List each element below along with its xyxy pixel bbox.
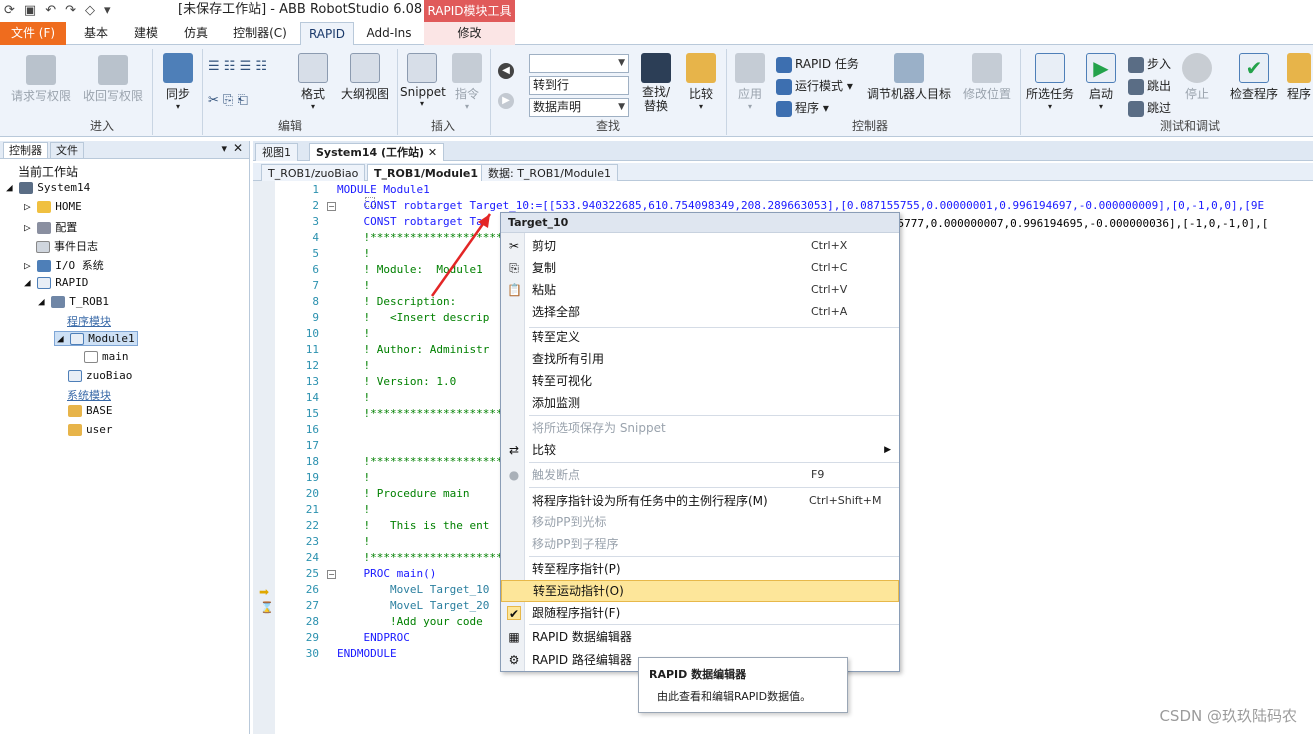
rapid-path-editor-icon: ⚙ (508, 653, 520, 667)
shortcut-label: Ctrl+V (811, 283, 848, 296)
menu-separator (529, 462, 899, 463)
menu-item-label: 复制 (532, 261, 557, 275)
submenu-arrow-icon: ▶ (884, 445, 891, 455)
tooltip-body: 由此查看和编辑RAPID数据值。 (657, 690, 812, 703)
menu-paste[interactable]: 📋 粘贴 Ctrl+V (501, 279, 899, 301)
context-menu-header: Target_10 (501, 213, 899, 233)
arrow-head (478, 214, 490, 228)
copy-icon: ⎘ (509, 261, 519, 275)
menu-item-label: 转至定义 (532, 330, 581, 344)
menu-item-label: 转至可视化 (532, 374, 593, 388)
context-menu: Target_10 ✂ 剪切 Ctrl+X ⎘ 复制 Ctrl+C 📋 粘贴 Ctrl+V 选择全… (500, 212, 900, 672)
menu-move-pp-cursor[interactable]: 移动PP到光标 (501, 511, 899, 533)
menu-rapid-data-editor[interactable]: ▦ RAPID 数据编辑器 (501, 626, 899, 648)
menu-item-label: 跟随程序指针(F) (532, 606, 621, 620)
menu-set-pp-main[interactable]: 将程序指针设为所有任务中的主例行程序(M) Ctrl+Shift+M (501, 490, 899, 512)
menu-item-label: 粘贴 (532, 283, 557, 297)
menu-trigger-breakpoint[interactable]: ● 触发断点 F9 (501, 464, 899, 486)
follow-program-pointer-icon: ✔ (507, 606, 521, 621)
menu-separator (529, 556, 899, 557)
menu-goto-definition[interactable]: 转至定义 (501, 326, 899, 348)
compare-icon: ⇄ (508, 443, 520, 457)
menu-cut[interactable]: ✂ 剪切 Ctrl+X (501, 235, 899, 257)
menu-item-label: 添加监测 (532, 396, 581, 410)
menu-item-label: 将所选项保存为 Snippet (532, 421, 666, 435)
shortcut-label: Ctrl+Shift+M (809, 494, 882, 507)
menu-goto-visualization[interactable]: 转至可视化 (501, 370, 899, 392)
rapid-data-editor-icon: ▦ (508, 630, 520, 644)
tooltip-title: RAPID 数据编辑器 (649, 668, 747, 681)
menu-move-pp-routine[interactable]: 移动PP到子程序 (501, 533, 899, 555)
paste-icon: 📋 (507, 283, 522, 297)
menu-separator (529, 415, 899, 416)
menu-follow-program-pointer[interactable]: ✔ 跟随程序指针(F) (501, 602, 899, 624)
arrow-to-target (430, 213, 492, 297)
menu-separator (529, 624, 899, 625)
menu-copy[interactable]: ⎘ 复制 Ctrl+C (501, 257, 899, 279)
menu-item-label: 移动PP到子程序 (532, 537, 619, 551)
menu-add-watch[interactable]: 添加监测 (501, 392, 899, 414)
menu-item-label: 选择全部 (532, 305, 581, 319)
menu-find-references[interactable]: 查找所有引用 (501, 348, 899, 370)
menu-goto-motion-pointer[interactable]: 转至运动指针(O) (501, 580, 899, 602)
shortcut-label: Ctrl+X (811, 239, 848, 252)
shortcut-label: Ctrl+A (811, 305, 848, 318)
trigger-breakpoint-icon: ● (508, 468, 520, 482)
menu-item-label: 移动PP到光标 (532, 515, 607, 529)
menu-item-label: 比较 (532, 443, 557, 457)
menu-select-all[interactable]: 选择全部 Ctrl+A (501, 301, 899, 323)
shortcut-label: F9 (811, 468, 825, 481)
menu-item-label: RAPID 路径编辑器 (532, 653, 632, 667)
menu-item-label: 触发断点 (532, 468, 581, 482)
menu-goto-program-pointer[interactable]: 转至程序指针(P) (501, 558, 899, 580)
menu-item-label: 转至运动指针(O) (533, 584, 624, 598)
menu-separator (529, 487, 899, 488)
menu-item-label: 剪切 (532, 239, 557, 253)
menu-item-label: 转至程序指针(P) (532, 562, 621, 576)
tooltip: RAPID 数据编辑器 由此查看和编辑RAPID数据值。 (638, 657, 848, 713)
watermark: CSDN @玖玖陆码农 (1159, 707, 1297, 725)
shortcut-label: Ctrl+C (811, 261, 848, 274)
menu-save-snippet[interactable]: 将所选项保存为 Snippet (501, 417, 899, 439)
menu-item-label: RAPID 数据编辑器 (532, 630, 632, 644)
menu-compare[interactable]: ⇄ 比较 ▶ (501, 439, 899, 461)
menu-item-label: 将程序指针设为所有任务中的主例行程序(M) (532, 494, 768, 508)
menu-item-label: 查找所有引用 (532, 352, 605, 366)
cut-icon: ✂ (508, 239, 520, 253)
